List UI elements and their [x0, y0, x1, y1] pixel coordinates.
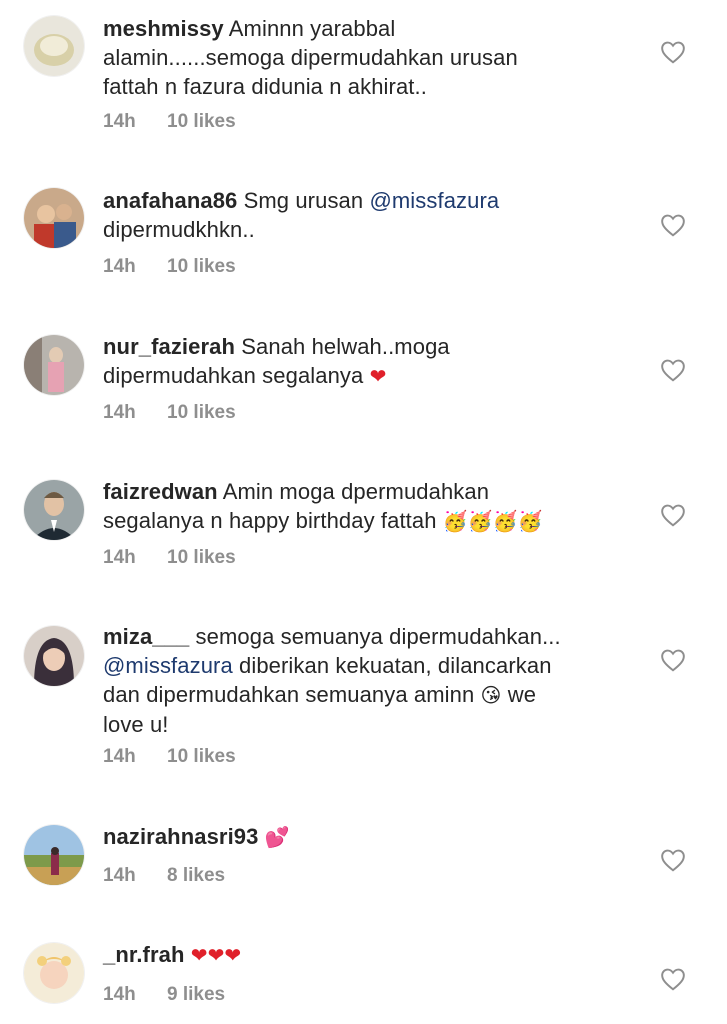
comment-username[interactable]: anafahana86 — [103, 188, 237, 213]
comment-text: nazirahnasri93 💕 — [103, 822, 623, 852]
comment-meta: 14h 10 likes — [103, 746, 236, 768]
comment-username[interactable]: _nr.frah — [103, 942, 185, 967]
comment-text: faizredwan Amin moga dpermudahkan segala… — [103, 479, 543, 533]
comment-likes[interactable]: 10 likes — [167, 256, 236, 277]
comment-likes[interactable]: 10 likes — [167, 111, 236, 132]
avatar[interactable] — [24, 335, 84, 395]
heart-outline-icon[interactable] — [660, 648, 686, 672]
avatar[interactable] — [24, 626, 84, 686]
comment-time[interactable]: 14h — [103, 111, 167, 133]
comment-username[interactable]: miza___ — [103, 624, 189, 649]
comment-time[interactable]: 14h — [103, 402, 167, 424]
heart-outline-icon[interactable] — [660, 967, 686, 991]
comment-likes[interactable]: 9 likes — [167, 984, 225, 1005]
heart-outline-icon[interactable] — [660, 213, 686, 237]
two-hearts-emoji: 💕 — [264, 825, 290, 849]
comment-time[interactable]: 14h — [103, 547, 167, 569]
comment-meta: 14h 8 likes — [103, 865, 225, 887]
comment-meta: 14h 9 likes — [103, 984, 225, 1006]
comment-meta: 14h 10 likes — [103, 547, 236, 569]
comment-likes[interactable]: 10 likes — [167, 547, 236, 568]
avatar[interactable] — [24, 825, 84, 885]
comment-likes[interactable]: 8 likes — [167, 865, 225, 886]
comment-likes[interactable]: 10 likes — [167, 746, 236, 767]
comment-meta: 14h 10 likes — [103, 256, 236, 278]
comment-text: meshmissy Aminnn yarabbal alamin......se… — [103, 16, 518, 99]
avatar[interactable] — [24, 16, 84, 76]
heart-outline-icon[interactable] — [660, 503, 686, 527]
comment-text: nur_fazierah Sanah helwah..moga dipermud… — [103, 334, 450, 388]
comment-time[interactable]: 14h — [103, 984, 167, 1006]
comment-username[interactable]: faizredwan — [103, 479, 218, 504]
comment-text: miza___ semoga semuanya dipermudahkan...… — [103, 624, 561, 737]
comment-text: anafahana86 Smg urusan @missfazura diper… — [103, 188, 500, 242]
comment-username[interactable]: nur_fazierah — [103, 334, 235, 359]
mention-link[interactable]: @missfazura — [369, 188, 499, 213]
comment-time[interactable]: 14h — [103, 865, 167, 887]
avatar[interactable] — [24, 480, 84, 540]
comment-meta: 14h 10 likes — [103, 402, 236, 424]
heart-outline-icon[interactable] — [660, 40, 686, 64]
comment-text: _nr.frah ❤❤❤ — [103, 940, 623, 970]
partying-face-emoji: 🥳🥳🥳🥳 — [442, 509, 543, 533]
heart-outline-icon[interactable] — [660, 848, 686, 872]
heart-emoji: ❤ — [369, 364, 387, 388]
comment-meta: 14h 10 likes — [103, 111, 236, 133]
comment-username[interactable]: meshmissy — [103, 16, 224, 41]
heart-emoji: ❤❤❤ — [190, 943, 242, 967]
comment-time[interactable]: 14h — [103, 256, 167, 278]
avatar[interactable] — [24, 188, 84, 248]
comment-username[interactable]: nazirahnasri93 — [103, 824, 258, 849]
comment-time[interactable]: 14h — [103, 746, 167, 768]
avatar[interactable] — [24, 943, 84, 1003]
kissing-face-emoji: 😘 — [480, 683, 502, 707]
mention-link[interactable]: @missfazura — [103, 653, 233, 678]
heart-outline-icon[interactable] — [660, 358, 686, 382]
comment-likes[interactable]: 10 likes — [167, 402, 236, 423]
